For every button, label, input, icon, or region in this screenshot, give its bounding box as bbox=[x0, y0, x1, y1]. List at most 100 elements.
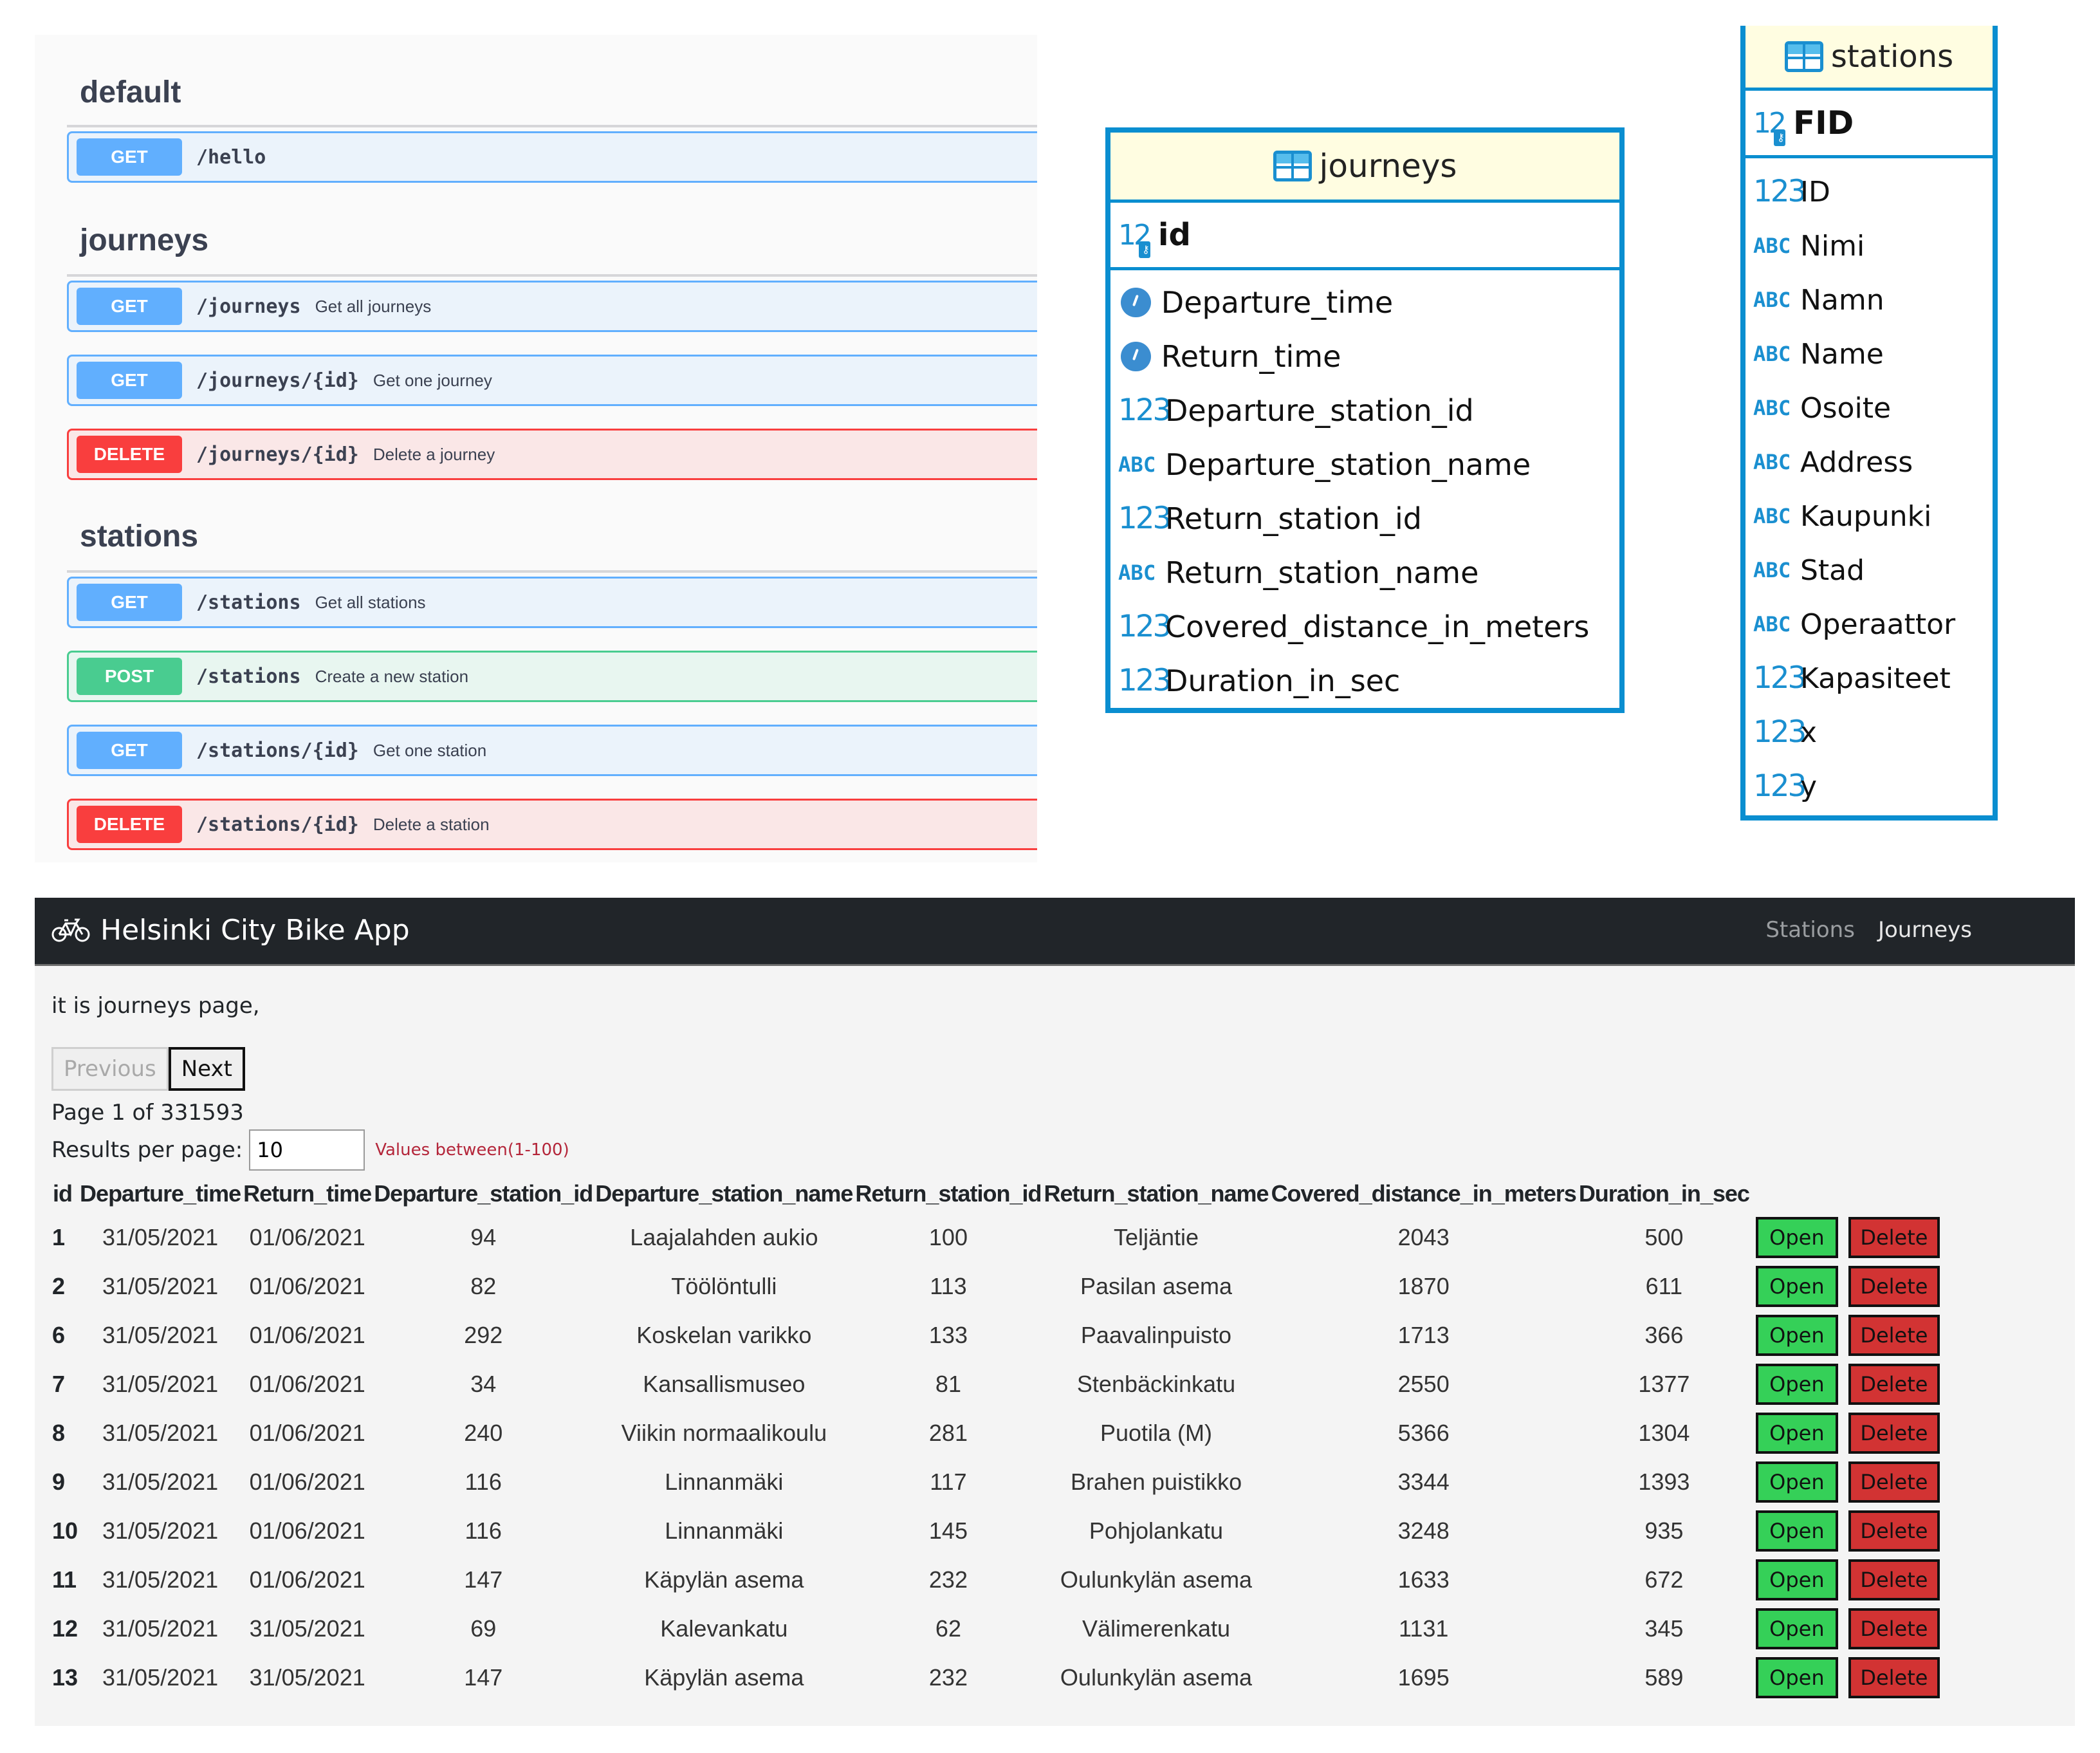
open-journey-button[interactable]: Open bbox=[1755, 1266, 1838, 1307]
delete-journey-button[interactable]: Delete bbox=[1848, 1315, 1940, 1356]
text-type-icon: ABC bbox=[1753, 558, 1791, 582]
api-operation-delete[interactable]: DELETE/journeys/{id} Delete a journey bbox=[67, 429, 1037, 480]
cell-return-station-id: 145 bbox=[928, 1517, 968, 1544]
cell-return-station-id: 232 bbox=[928, 1566, 968, 1593]
api-operation-get[interactable]: GET/journeys/{id} Get one journey bbox=[67, 355, 1037, 406]
cell-return-time: 01/06/2021 bbox=[249, 1469, 365, 1495]
delete-journey-button[interactable]: Delete bbox=[1848, 1559, 1940, 1600]
next-page-button[interactable]: Next bbox=[168, 1047, 245, 1091]
column-header-return-time: Return_time bbox=[243, 1180, 372, 1207]
api-operation-get[interactable]: GET/journeys Get all journeys bbox=[67, 281, 1037, 332]
table-row: 6 31/05/2021 01/06/2021 292 Koskelan varikko… bbox=[51, 1311, 1940, 1360]
nav-link-stations[interactable]: Stations bbox=[1765, 917, 1855, 943]
nav-link-journeys[interactable]: Journeys bbox=[1878, 917, 1972, 943]
entity-columns: 123 ID ABC Nimi ABC Namn ABC Name ABC Osoite ABC Ad… bbox=[1745, 158, 1993, 813]
entity-primary-key: 12 ⚷ id bbox=[1110, 203, 1619, 270]
text-type-icon: ABC bbox=[1753, 342, 1791, 366]
delete-journey-button[interactable]: Delete bbox=[1848, 1608, 1940, 1649]
cell-departure-station-name: Käpylän asema bbox=[644, 1566, 804, 1593]
http-method-badge: GET bbox=[77, 138, 182, 176]
cell-departure-time: 31/05/2021 bbox=[102, 1664, 219, 1691]
http-method-badge: GET bbox=[77, 732, 182, 769]
text-type-icon: ABC bbox=[1753, 234, 1791, 258]
cell-departure-station-id: 69 bbox=[470, 1615, 497, 1642]
open-journey-button[interactable]: Open bbox=[1755, 1461, 1838, 1503]
cell-duration-in-sec: 672 bbox=[1644, 1566, 1684, 1593]
cell-id: 8 bbox=[52, 1420, 66, 1446]
delete-journey-button[interactable]: Delete bbox=[1848, 1364, 1940, 1405]
table-row: 13 31/05/2021 31/05/2021 147 Käpylän asema 23… bbox=[51, 1653, 1940, 1702]
delete-journey-button[interactable]: Delete bbox=[1848, 1461, 1940, 1503]
cell-departure-station-id: 147 bbox=[464, 1664, 503, 1691]
cell-departure-station-name: Linnanmäki bbox=[665, 1469, 784, 1495]
cell-id: 12 bbox=[52, 1615, 78, 1642]
api-tag-journeys[interactable]: journeys bbox=[80, 223, 208, 258]
cell-return-time: 01/06/2021 bbox=[249, 1273, 365, 1299]
api-tag-default[interactable]: default bbox=[80, 75, 181, 110]
delete-journey-button[interactable]: Delete bbox=[1848, 1266, 1940, 1307]
endpoint-path: /stations/{id} bbox=[196, 739, 359, 762]
er-entity-journeys: journeys 12 ⚷ id Departure_time Return_tim… bbox=[1105, 127, 1625, 713]
api-operation-get[interactable]: GET/stations/{id} Get one station bbox=[67, 725, 1037, 776]
entity-column: 123 Kapasiteet bbox=[1753, 651, 1993, 705]
cell-departure-station-name: Töölöntulli bbox=[671, 1273, 777, 1299]
er-entity-stations: stations 12 ⚷ FID 123 ID ABC Nimi ABC Namn ABC N… bbox=[1740, 26, 1998, 821]
delete-journey-button[interactable]: Delete bbox=[1848, 1657, 1940, 1698]
endpoint-summary: Delete a journey bbox=[373, 444, 495, 464]
endpoint-path: /journeys/{id} bbox=[196, 443, 359, 466]
http-method-badge: POST bbox=[77, 658, 182, 695]
open-journey-button[interactable]: Open bbox=[1755, 1657, 1838, 1698]
column-name: Kaupunki bbox=[1800, 499, 1932, 533]
column-name: Departure_station_name bbox=[1165, 447, 1531, 482]
column-name: Operaattor bbox=[1800, 608, 1956, 641]
open-journey-button[interactable]: Open bbox=[1755, 1510, 1838, 1552]
endpoint-summary: Create a new station bbox=[315, 666, 469, 686]
open-journey-button[interactable]: Open bbox=[1755, 1364, 1838, 1405]
cell-id: 10 bbox=[52, 1517, 78, 1544]
previous-page-button[interactable]: Previous bbox=[51, 1047, 169, 1091]
entity-column: ABC Return_station_name bbox=[1118, 546, 1619, 600]
column-name: Name bbox=[1800, 337, 1884, 371]
open-journey-button[interactable]: Open bbox=[1755, 1315, 1838, 1356]
column-header-departure-station-name: Departure_station_name bbox=[595, 1180, 853, 1207]
api-operation-post[interactable]: POST/stations Create a new station bbox=[67, 651, 1037, 702]
cell-id: 11 bbox=[52, 1566, 77, 1593]
cell-return-station-name: Stenbäckinkatu bbox=[1076, 1371, 1236, 1397]
entity-column: 123 Departure_station_id bbox=[1118, 384, 1619, 438]
cell-covered-distance-in-meters: 1870 bbox=[1397, 1273, 1450, 1299]
cell-return-time: 01/06/2021 bbox=[249, 1322, 365, 1348]
open-journey-button[interactable]: Open bbox=[1755, 1217, 1838, 1258]
api-tag-stations[interactable]: stations bbox=[80, 519, 198, 554]
row-actions: Open Delete bbox=[1751, 1458, 1940, 1507]
open-journey-button[interactable]: Open bbox=[1755, 1608, 1838, 1649]
navbar-brand[interactable]: Helsinki City Bike App bbox=[51, 898, 410, 962]
api-operation-get[interactable]: GET/hello bbox=[67, 131, 1037, 183]
entity-column: ABC Name bbox=[1753, 327, 1993, 381]
journeys-table: id Departure_time Return_time Departure_sta… bbox=[51, 1174, 1940, 1702]
table-row: 8 31/05/2021 01/06/2021 240 Viikin normaalik… bbox=[51, 1409, 1940, 1458]
entity-column: ABC Kaupunki bbox=[1753, 489, 1993, 543]
column-header-covered-distance-in-meters: Covered_distance_in_meters bbox=[1271, 1180, 1577, 1207]
text-type-icon: ABC bbox=[1753, 288, 1791, 312]
tag-divider bbox=[67, 274, 1037, 277]
pk-name: FID bbox=[1793, 104, 1854, 142]
column-name: y bbox=[1800, 770, 1818, 803]
cell-return-station-name: Paavalinpuisto bbox=[1080, 1322, 1232, 1348]
delete-journey-button[interactable]: Delete bbox=[1848, 1217, 1940, 1258]
results-per-page-input[interactable] bbox=[249, 1129, 365, 1171]
cell-departure-time: 31/05/2021 bbox=[102, 1420, 219, 1446]
cell-departure-station-id: 292 bbox=[464, 1322, 503, 1348]
endpoint-summary: Get all stations bbox=[315, 592, 426, 612]
open-journey-button[interactable]: Open bbox=[1755, 1413, 1838, 1454]
pagination: Previous Next bbox=[51, 1047, 245, 1091]
endpoint-summary: Delete a station bbox=[373, 814, 490, 834]
cell-return-time: 01/06/2021 bbox=[249, 1371, 365, 1397]
entity-column: ABC Namn bbox=[1753, 273, 1993, 327]
table-row: 1 31/05/2021 01/06/2021 94 Laajalahden aukio… bbox=[51, 1213, 1940, 1262]
column-name: Nimi bbox=[1800, 229, 1865, 263]
api-operation-get[interactable]: GET/stations Get all stations bbox=[67, 577, 1037, 628]
delete-journey-button[interactable]: Delete bbox=[1848, 1510, 1940, 1552]
delete-journey-button[interactable]: Delete bbox=[1848, 1413, 1940, 1454]
open-journey-button[interactable]: Open bbox=[1755, 1559, 1838, 1600]
api-operation-delete[interactable]: DELETE/stations/{id} Delete a station bbox=[67, 799, 1037, 850]
